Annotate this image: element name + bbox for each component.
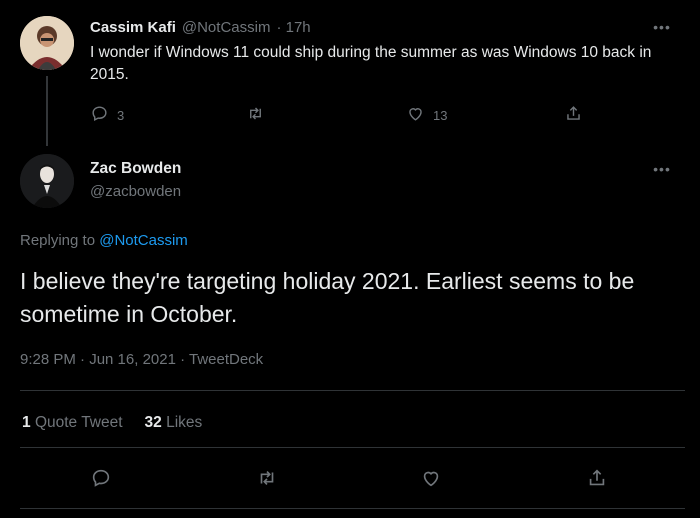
replying-to: Replying to @NotCassim [20, 232, 188, 249]
more-icon[interactable]: ••• [652, 20, 672, 40]
tweet-text: I believe they're targeting holiday 2021… [20, 268, 635, 327]
divider [20, 508, 685, 509]
display-name[interactable]: Cassim Kafi [90, 19, 176, 36]
thread-line [46, 76, 48, 146]
likes-count: 32 [144, 414, 162, 431]
retweet-icon [256, 470, 278, 493]
handle[interactable]: @zacbowden [90, 183, 181, 200]
reply-button[interactable]: 3 [90, 104, 124, 126]
replying-prefix: Replying to [20, 232, 96, 249]
heart-icon [420, 471, 442, 493]
reply-button[interactable] [90, 467, 112, 494]
share-icon [564, 104, 583, 126]
divider [20, 447, 685, 448]
like-button[interactable]: 13 [406, 104, 447, 126]
more-icon[interactable]: ••• [652, 162, 672, 182]
tweet-thread: Cassim Kafi @NotCassim · 17h ••• I wonde… [0, 0, 700, 518]
retweet-button[interactable] [246, 104, 273, 126]
engagement-stats: 1 Quote Tweet 32 Likes [22, 414, 202, 432]
tweet-time[interactable]: · 17h [276, 19, 310, 36]
parent-tweet-header: Cassim Kafi @NotCassim · 17h [90, 17, 311, 37]
tweet-timestamp[interactable]: 9:28 PM · Jun 16, 2021 · TweetDeck [20, 351, 263, 368]
likes-link[interactable]: 32 Likes [145, 414, 203, 432]
retweet-icon [246, 104, 265, 126]
divider [20, 390, 685, 391]
reply-icon [90, 469, 112, 493]
parent-action-bar: 3 13 [90, 105, 600, 125]
reply-count: 3 [117, 107, 125, 123]
reply-icon [90, 104, 109, 126]
like-count: 13 [433, 107, 448, 123]
quote-label: Quote Tweet [34, 414, 123, 431]
display-name[interactable]: Zac Bowden [90, 160, 181, 178]
heart-icon [406, 104, 425, 126]
likes-label: Likes [166, 414, 203, 431]
avatar[interactable] [20, 154, 74, 208]
avatar[interactable] [20, 16, 74, 70]
handle[interactable]: @NotCassim [182, 19, 271, 36]
share-button[interactable] [564, 104, 583, 126]
replying-to-link[interactable]: @NotCassim [99, 232, 188, 249]
tweet-text: I wonder if Windows 11 could ship during… [90, 44, 652, 83]
retweet-button[interactable] [256, 467, 278, 494]
parent-tweet[interactable]: Cassim Kafi @NotCassim · 17h ••• I wonde… [0, 0, 700, 146]
quote-tweets-link[interactable]: 1 Quote Tweet [22, 414, 123, 432]
quote-count: 1 [22, 414, 31, 431]
share-button[interactable] [586, 467, 608, 494]
main-action-bar [0, 467, 700, 493]
share-icon [586, 469, 608, 493]
like-button[interactable] [420, 467, 442, 494]
